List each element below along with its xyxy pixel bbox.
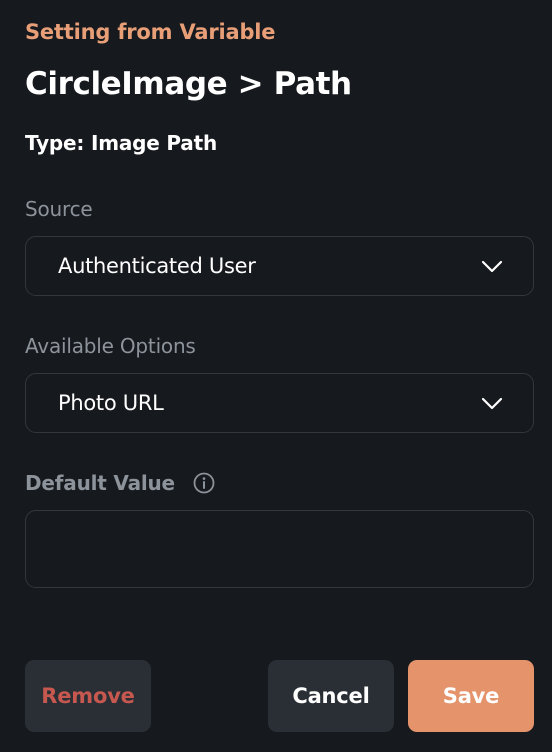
default-value-label-text: Default Value [25, 471, 175, 495]
available-options-label: Available Options [25, 334, 196, 358]
source-selected-value: Authenticated User [58, 254, 256, 278]
default-value-label: Default Value [25, 471, 215, 495]
source-label: Source [25, 197, 93, 221]
variable-settings-panel: Setting from Variable CircleImage > Path… [0, 0, 552, 752]
available-options-label-text: Available Options [25, 334, 196, 358]
type-label: Type: Image Path [25, 131, 217, 155]
chevron-down-icon [481, 396, 503, 410]
cancel-button[interactable]: Cancel [268, 660, 394, 732]
chevron-down-icon [481, 259, 503, 273]
default-value-input[interactable] [25, 510, 534, 588]
remove-button[interactable]: Remove [25, 660, 151, 732]
source-label-text: Source [25, 197, 93, 221]
available-options-dropdown[interactable]: Photo URL [25, 373, 534, 433]
save-button[interactable]: Save [408, 660, 534, 732]
source-dropdown[interactable]: Authenticated User [25, 236, 534, 296]
available-options-selected-value: Photo URL [58, 391, 164, 415]
info-icon[interactable] [193, 472, 215, 494]
panel-eyebrow: Setting from Variable [25, 20, 276, 44]
page-title: CircleImage > Path [25, 66, 352, 102]
